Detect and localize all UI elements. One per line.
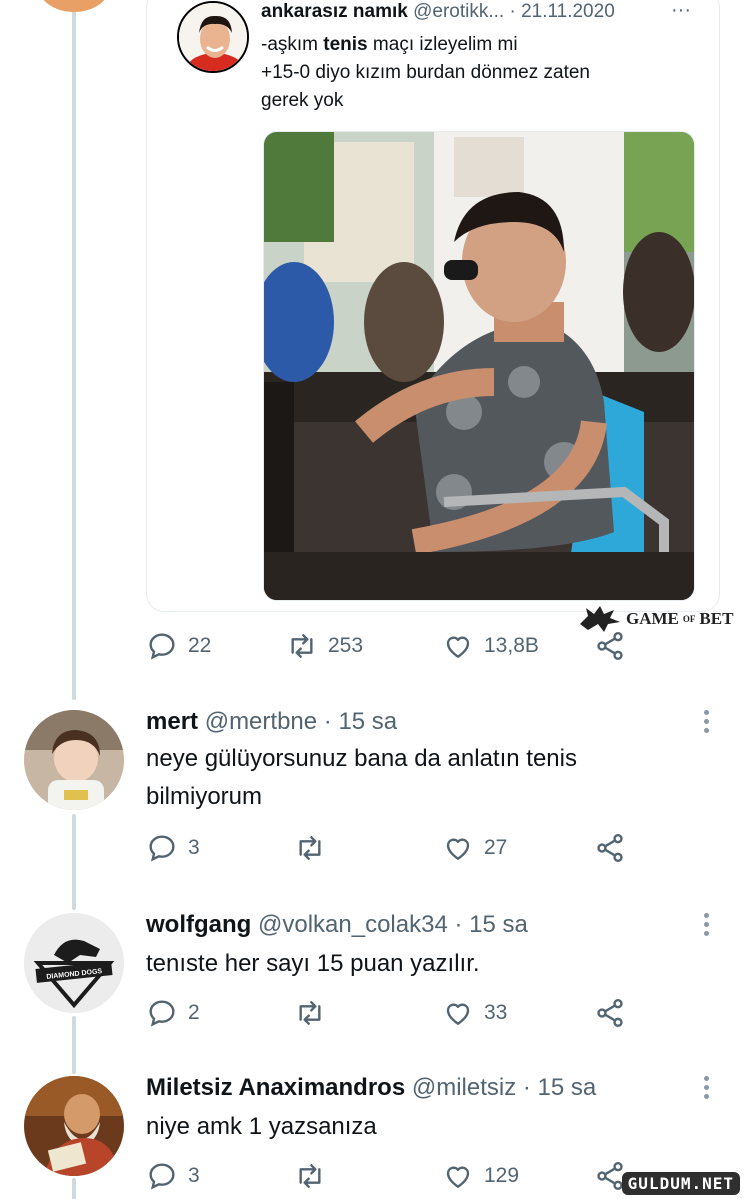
reply-button[interactable]: 2	[146, 997, 200, 1029]
like-count: 33	[484, 1001, 508, 1024]
highlight: tenis	[323, 34, 368, 55]
reply-icon	[149, 1000, 175, 1027]
handle[interactable]: @miletsiz	[412, 1074, 516, 1101]
text: gerek yok	[261, 90, 344, 111]
display-name[interactable]: wolfgang	[146, 911, 251, 938]
reply-header: wolfgang @volkan_colak34 · 15 sa	[146, 911, 528, 939]
retweet-button[interactable]	[294, 1160, 336, 1192]
like-icon	[446, 1166, 470, 1188]
share-button[interactable]	[594, 997, 626, 1029]
handle[interactable]: @volkan_colak34	[258, 911, 448, 938]
retweet-count: 253	[328, 634, 364, 657]
thread-line	[72, 0, 76, 700]
retweet-icon	[299, 836, 321, 860]
handle[interactable]: @mertbne	[205, 708, 317, 735]
reply-text: niye amk 1 yazsanıza	[146, 1108, 706, 1146]
more-icon[interactable]	[696, 913, 716, 936]
like-icon	[446, 1003, 470, 1025]
timestamp[interactable]: · 15 sa	[448, 911, 527, 938]
tweet-actions: 3 27	[146, 832, 646, 872]
reply-text: tenıste her sayı 15 puan yazılır.	[146, 945, 706, 983]
reply-count: 2	[188, 1001, 200, 1024]
share-button[interactable]	[594, 832, 626, 864]
text: niye amk 1 yazsanıza	[146, 1113, 377, 1140]
retweet-button[interactable]	[294, 832, 336, 864]
reply-tweet[interactable]: mert @mertbne · 15 sa neye gülüyorsunuz …	[0, 700, 744, 900]
handle[interactable]: @erotikk...	[413, 1, 504, 22]
like-count: 27	[484, 836, 508, 859]
retweet-icon	[291, 634, 313, 658]
reply-header: Miletsiz Anaximandros @miletsiz · 15 sa	[146, 1074, 596, 1102]
watermark-text: BET	[699, 609, 734, 628]
reply-count: 22	[188, 634, 212, 657]
retweet-button[interactable]: 253	[286, 630, 363, 662]
retweet-icon	[299, 1164, 321, 1188]
timestamp[interactable]: 21.11.2020	[521, 1, 615, 22]
watermark-text: GAME	[626, 609, 679, 628]
reply-button[interactable]: 3	[146, 832, 200, 864]
more-icon[interactable]: ···	[671, 0, 691, 22]
tweet-photo[interactable]	[263, 131, 695, 601]
retweet-icon	[299, 1001, 321, 1025]
reply-count: 3	[188, 836, 200, 859]
text: +15-0 diyo kızım burdan dönmez zaten	[261, 62, 590, 83]
text: bilmiyorum	[146, 783, 263, 810]
reply-icon	[149, 633, 175, 660]
reply-icon	[149, 1163, 175, 1190]
reply-count: 3	[188, 1164, 200, 1187]
like-count: 129	[484, 1164, 520, 1187]
reply-button[interactable]: 22	[146, 630, 211, 662]
avatar[interactable]	[177, 1, 249, 73]
site-watermark: GULDUM.NET	[621, 1172, 740, 1195]
tweet-actions: 22 253 13,8B	[146, 630, 646, 670]
separator: ·	[504, 1, 522, 22]
like-button[interactable]: 27	[442, 832, 507, 864]
timestamp[interactable]: · 15 sa	[317, 708, 397, 735]
text: -aşkım	[261, 34, 324, 55]
reply-header: mert @mertbne · 15 sa	[146, 708, 397, 736]
avatar[interactable]	[24, 710, 124, 810]
display-name[interactable]: Miletsiz Anaximandros	[146, 1074, 405, 1101]
like-button[interactable]: 13,8B	[442, 630, 539, 662]
reply-tweet[interactable]: DIAMOND DOGS wolfgang @volkan_colak34 · …	[0, 905, 744, 1075]
avatar[interactable]: DIAMOND DOGS	[24, 913, 124, 1013]
like-button[interactable]: 129	[442, 1160, 519, 1192]
display-name[interactable]: ankarasız namık	[261, 1, 408, 22]
more-icon[interactable]	[696, 1076, 716, 1099]
share-icon	[597, 834, 623, 862]
avatar[interactable]	[38, 0, 110, 12]
share-icon	[597, 999, 623, 1027]
tweet-actions: 3 129	[146, 1160, 646, 1199]
text: neye gülüyorsunuz bana da anlatın tenis	[146, 745, 577, 772]
tweet-actions: 2 33	[146, 997, 646, 1037]
quoted-tweet-header: ankarasız namık @erotikk... · 21.11.2020	[261, 1, 615, 23]
timestamp[interactable]: · 15 sa	[516, 1074, 596, 1101]
share-icon	[597, 632, 623, 660]
like-count: 13,8B	[484, 634, 539, 657]
retweet-button[interactable]	[294, 997, 336, 1029]
reply-button[interactable]: 3	[146, 1160, 200, 1192]
display-name[interactable]: mert	[146, 708, 198, 735]
reply-icon	[149, 835, 175, 862]
text: maçı izleyelim mi	[367, 34, 518, 55]
text: tenıste her sayı 15 puan yazılır.	[146, 950, 480, 977]
watermark-text: OF	[682, 614, 696, 624]
share-button[interactable]	[594, 630, 626, 662]
avatar[interactable]	[24, 1076, 124, 1176]
reply-text: neye gülüyorsunuz bana da anlatın tenis …	[146, 740, 706, 816]
quoted-tweet-text: -aşkım tenis maçı izleyelim mi +15-0 diy…	[261, 31, 681, 115]
more-icon[interactable]	[696, 710, 716, 733]
like-icon	[446, 636, 470, 658]
quoted-tweet-card[interactable]: ankarasız namık @erotikk... · 21.11.2020…	[146, 0, 720, 612]
like-button[interactable]: 33	[442, 997, 507, 1029]
like-icon	[446, 838, 470, 860]
